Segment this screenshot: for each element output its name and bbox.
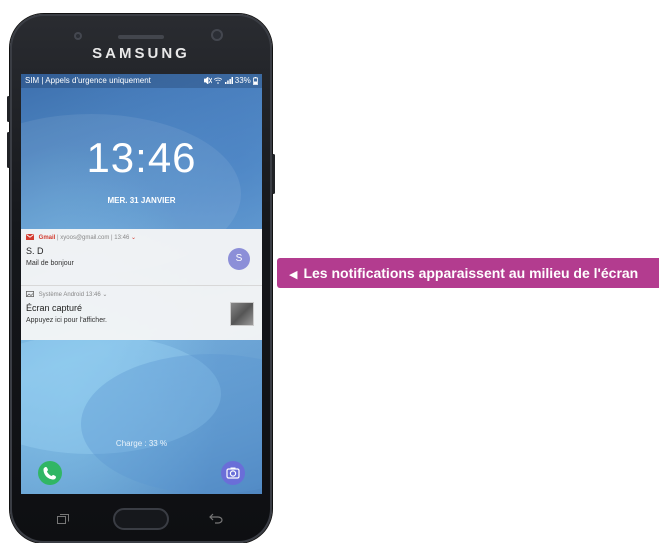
notification-gmail[interactable]: Gmail | xyoos@gmail.com | 13:46 ⌄ S. D M… [21, 229, 262, 286]
mute-icon [203, 76, 213, 86]
phone-icon [43, 467, 56, 480]
notification-time: 13:46 [85, 292, 101, 298]
chevron-down-icon[interactable]: ⌄ [131, 235, 136, 241]
signal-icon [224, 77, 233, 85]
cropped-header-text [0, 0, 659, 10]
earpiece-speaker [118, 35, 164, 39]
volume-button [7, 96, 10, 122]
home-button[interactable] [113, 508, 169, 530]
recent-apps-icon[interactable] [57, 514, 69, 524]
battery-percent: 33% [234, 76, 251, 85]
notification-app: Système Android [38, 292, 85, 298]
status-bar: SIM | Appels d'urgence uniquement 33% [21, 74, 262, 88]
phone-shortcut-button[interactable] [38, 461, 62, 485]
notification-time: 13:46 [114, 235, 130, 241]
notification-text: Mail de bonjour [26, 260, 74, 267]
carrier-status: SIM | Appels d'urgence uniquement [25, 76, 151, 85]
chevron-down-icon[interactable]: ⌄ [102, 292, 107, 298]
notification-header: Gmail | xyoos@gmail.com | 13:46 ⌄ [26, 234, 136, 241]
power-button [272, 154, 275, 194]
charging-status: Charge : 33 % [115, 439, 168, 448]
lock-date: MER. 31 JANVIER [107, 196, 176, 205]
sensor-icon [74, 32, 82, 40]
arrow-left-icon: ◀ [289, 269, 298, 281]
callout-label: ◀ Les notifications apparaissent au milie… [277, 258, 659, 288]
notification-text: Appuyez ici pour l'afficher. [26, 317, 107, 324]
notification-screenshot[interactable]: Système Android 13:46 ⌄ Écran capturé Ap… [21, 286, 262, 340]
notification-panel: Gmail | xyoos@gmail.com | 13:46 ⌄ S. D M… [21, 229, 262, 340]
status-icons: 33% [203, 74, 258, 88]
lock-clock: 13:46 [86, 134, 197, 181]
notification-title: Écran capturé [26, 303, 83, 313]
gmail-icon [26, 234, 34, 241]
wifi-icon [214, 78, 223, 85]
notification-header: Système Android 13:46 ⌄ [26, 291, 107, 298]
callout-text: Les notifications apparaissent au milieu… [303, 265, 639, 281]
camera-icon [226, 467, 240, 479]
bixby-button [7, 132, 10, 168]
front-camera-icon [211, 29, 223, 41]
notification-title: S. D [26, 246, 44, 256]
lock-screen: SIM | Appels d'urgence uniquement 33% 13… [21, 74, 262, 494]
back-icon[interactable] [209, 512, 223, 524]
battery-icon [253, 76, 258, 85]
avatar: S [228, 248, 250, 270]
brand-logo: SAMSUNG [92, 45, 190, 62]
camera-shortcut-button[interactable] [221, 461, 245, 485]
notification-account: xyoos@gmail.com [60, 235, 110, 241]
screenshot-icon [26, 291, 34, 298]
screenshot-thumbnail [230, 302, 254, 326]
phone-device: SAMSUNG SIM | Appels d'urgence uniquemen… [7, 14, 275, 543]
notification-app: Gmail [38, 235, 56, 241]
